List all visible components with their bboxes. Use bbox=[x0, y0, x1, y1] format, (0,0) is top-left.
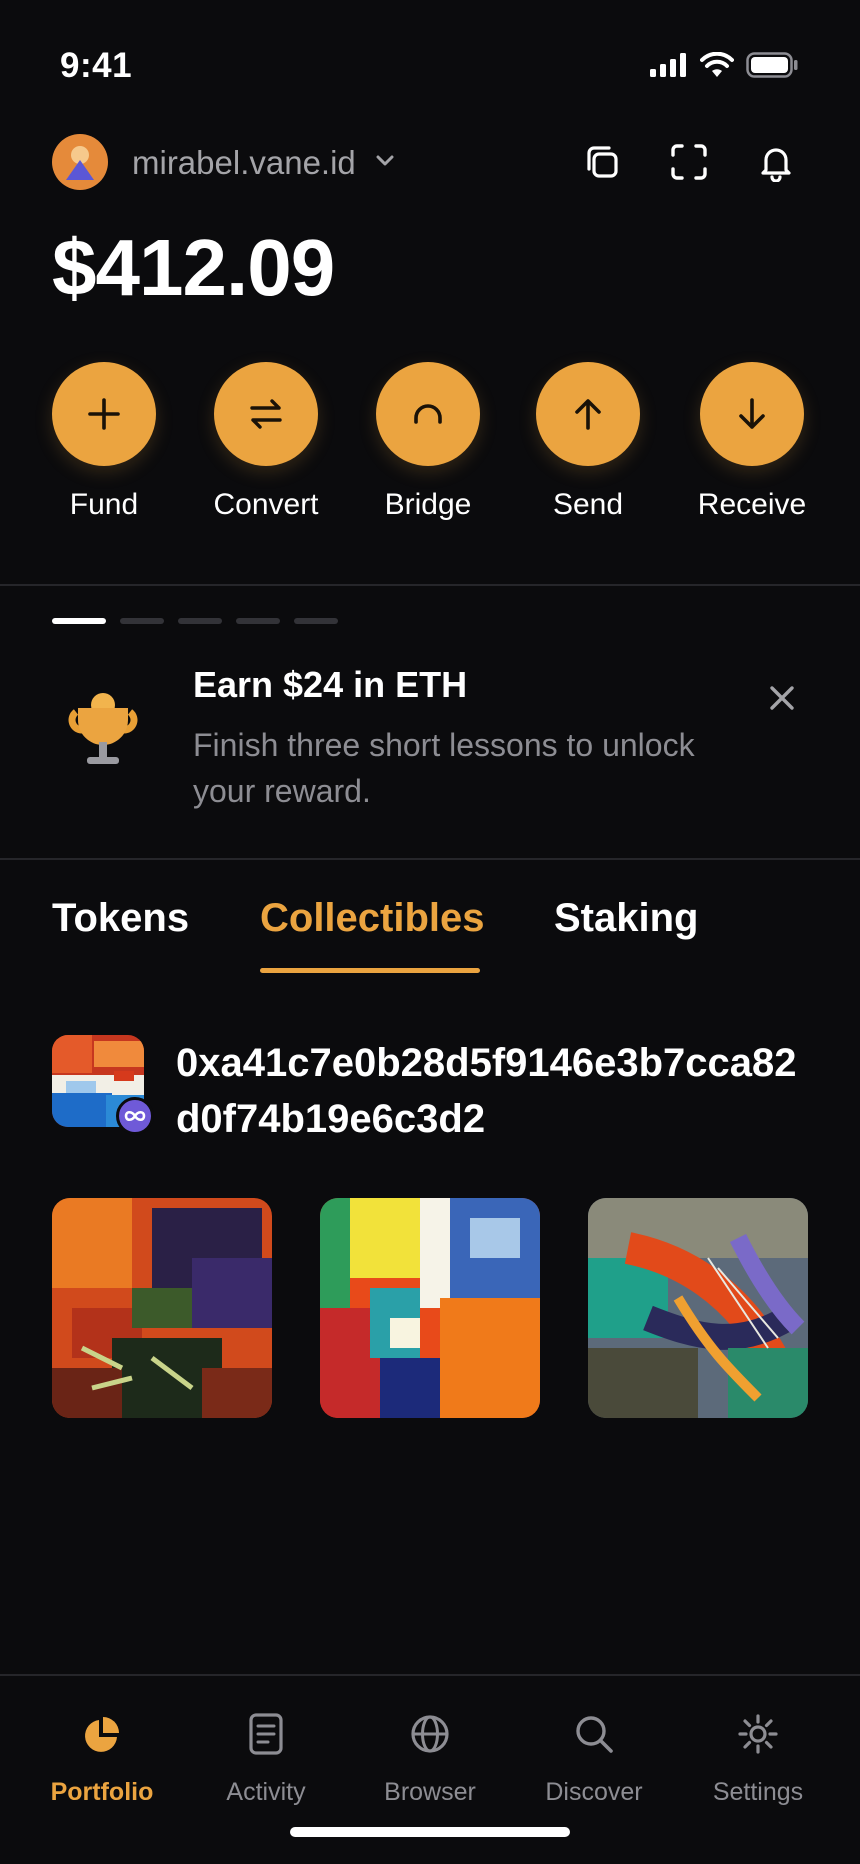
fund-button[interactable]: Fund bbox=[29, 362, 179, 522]
search-icon bbox=[576, 1716, 613, 1753]
pager-dot[interactable] bbox=[236, 618, 280, 624]
battery-icon bbox=[746, 52, 798, 78]
send-button[interactable]: Send bbox=[513, 362, 663, 522]
avatar[interactable] bbox=[52, 134, 108, 190]
action-buttons: Fund Convert Bridge Send Receive bbox=[0, 362, 860, 532]
nav-label: Settings bbox=[712, 1778, 804, 1806]
pager-dot[interactable] bbox=[294, 618, 338, 624]
gear-icon bbox=[738, 1714, 778, 1754]
convert-label: Convert bbox=[213, 488, 319, 521]
divider bbox=[0, 858, 860, 860]
pie-chart-icon bbox=[85, 1717, 119, 1752]
account-name[interactable]: mirabel.vane.id bbox=[132, 144, 356, 182]
home-indicator bbox=[290, 1827, 570, 1837]
infinity-icon bbox=[116, 1097, 154, 1135]
swap-icon bbox=[250, 399, 282, 429]
promo-title: Earn $24 in ETH bbox=[193, 664, 468, 705]
asset-tabs: Tokens Collectibles Staking bbox=[52, 896, 812, 976]
bridge-label: Bridge bbox=[384, 488, 472, 521]
nav-label: Activity bbox=[226, 1778, 306, 1806]
collection-header[interactable]: 0xa41c7e0b28d5f9146e3b7cca82d0f74b19e6c3… bbox=[52, 1035, 812, 1145]
tab-collectibles[interactable]: Collectibles bbox=[260, 896, 485, 941]
status-icons bbox=[650, 52, 798, 78]
nav-item-portfolio[interactable]: Portfolio bbox=[27, 1710, 177, 1807]
bell-icon[interactable] bbox=[756, 142, 796, 182]
tab-tokens[interactable]: Tokens bbox=[52, 896, 189, 941]
nav-item-activity[interactable]: Activity bbox=[191, 1710, 341, 1807]
promo-card[interactable]: Earn $24 in ETH Finish three short lesso… bbox=[0, 660, 860, 860]
arrow-up-icon bbox=[575, 399, 601, 430]
fund-label: Fund bbox=[69, 488, 139, 521]
nft-item[interactable] bbox=[320, 1198, 540, 1418]
nav-label: Browser bbox=[384, 1778, 476, 1806]
plus-icon bbox=[88, 398, 120, 430]
document-icon bbox=[249, 1713, 283, 1755]
bridge-icon bbox=[414, 404, 442, 424]
pager-dot[interactable] bbox=[120, 618, 164, 624]
active-tab-indicator bbox=[260, 968, 480, 973]
nft-item[interactable] bbox=[52, 1198, 272, 1418]
nav-item-browser[interactable]: Browser bbox=[355, 1710, 505, 1807]
promo-pager bbox=[52, 618, 338, 624]
trophy-icon bbox=[68, 693, 138, 764]
nav-label: Discover bbox=[545, 1778, 643, 1806]
bridge-button[interactable]: Bridge bbox=[353, 362, 503, 522]
nft-item[interactable] bbox=[588, 1198, 808, 1418]
portfolio-balance: $412.09 bbox=[52, 223, 335, 312]
nav-label: Portfolio bbox=[50, 1778, 154, 1806]
collection-address: 0xa41c7e0b28d5f9146e3b7cca82d0f74b19e6c3… bbox=[176, 1041, 797, 1141]
copy-icon[interactable] bbox=[582, 142, 622, 182]
nav-item-discover[interactable]: Discover bbox=[519, 1710, 669, 1807]
nft-grid bbox=[52, 1198, 808, 1418]
nav-item-settings[interactable]: Settings bbox=[683, 1710, 833, 1807]
wifi-icon bbox=[700, 52, 734, 77]
convert-button[interactable]: Convert bbox=[191, 362, 341, 522]
tab-staking[interactable]: Staking bbox=[554, 896, 698, 941]
receive-label: Receive bbox=[697, 488, 807, 521]
divider bbox=[0, 584, 860, 586]
send-label: Send bbox=[552, 488, 624, 521]
close-icon[interactable] bbox=[760, 676, 804, 720]
status-time: 9:41 bbox=[60, 46, 133, 85]
scan-icon[interactable] bbox=[669, 142, 709, 182]
receive-button[interactable]: Receive bbox=[677, 362, 827, 522]
pager-dot-active[interactable] bbox=[52, 618, 106, 624]
promo-text: Finish three short lessons to unlock you… bbox=[193, 727, 695, 809]
arrow-down-icon bbox=[739, 398, 765, 429]
account-header: mirabel.vane.id bbox=[52, 134, 808, 190]
status-bar: 9:41 bbox=[0, 0, 860, 130]
globe-icon bbox=[411, 1715, 449, 1753]
signal-icon bbox=[650, 53, 686, 77]
pager-dot[interactable] bbox=[178, 618, 222, 624]
chevron-down-icon[interactable] bbox=[372, 148, 398, 174]
